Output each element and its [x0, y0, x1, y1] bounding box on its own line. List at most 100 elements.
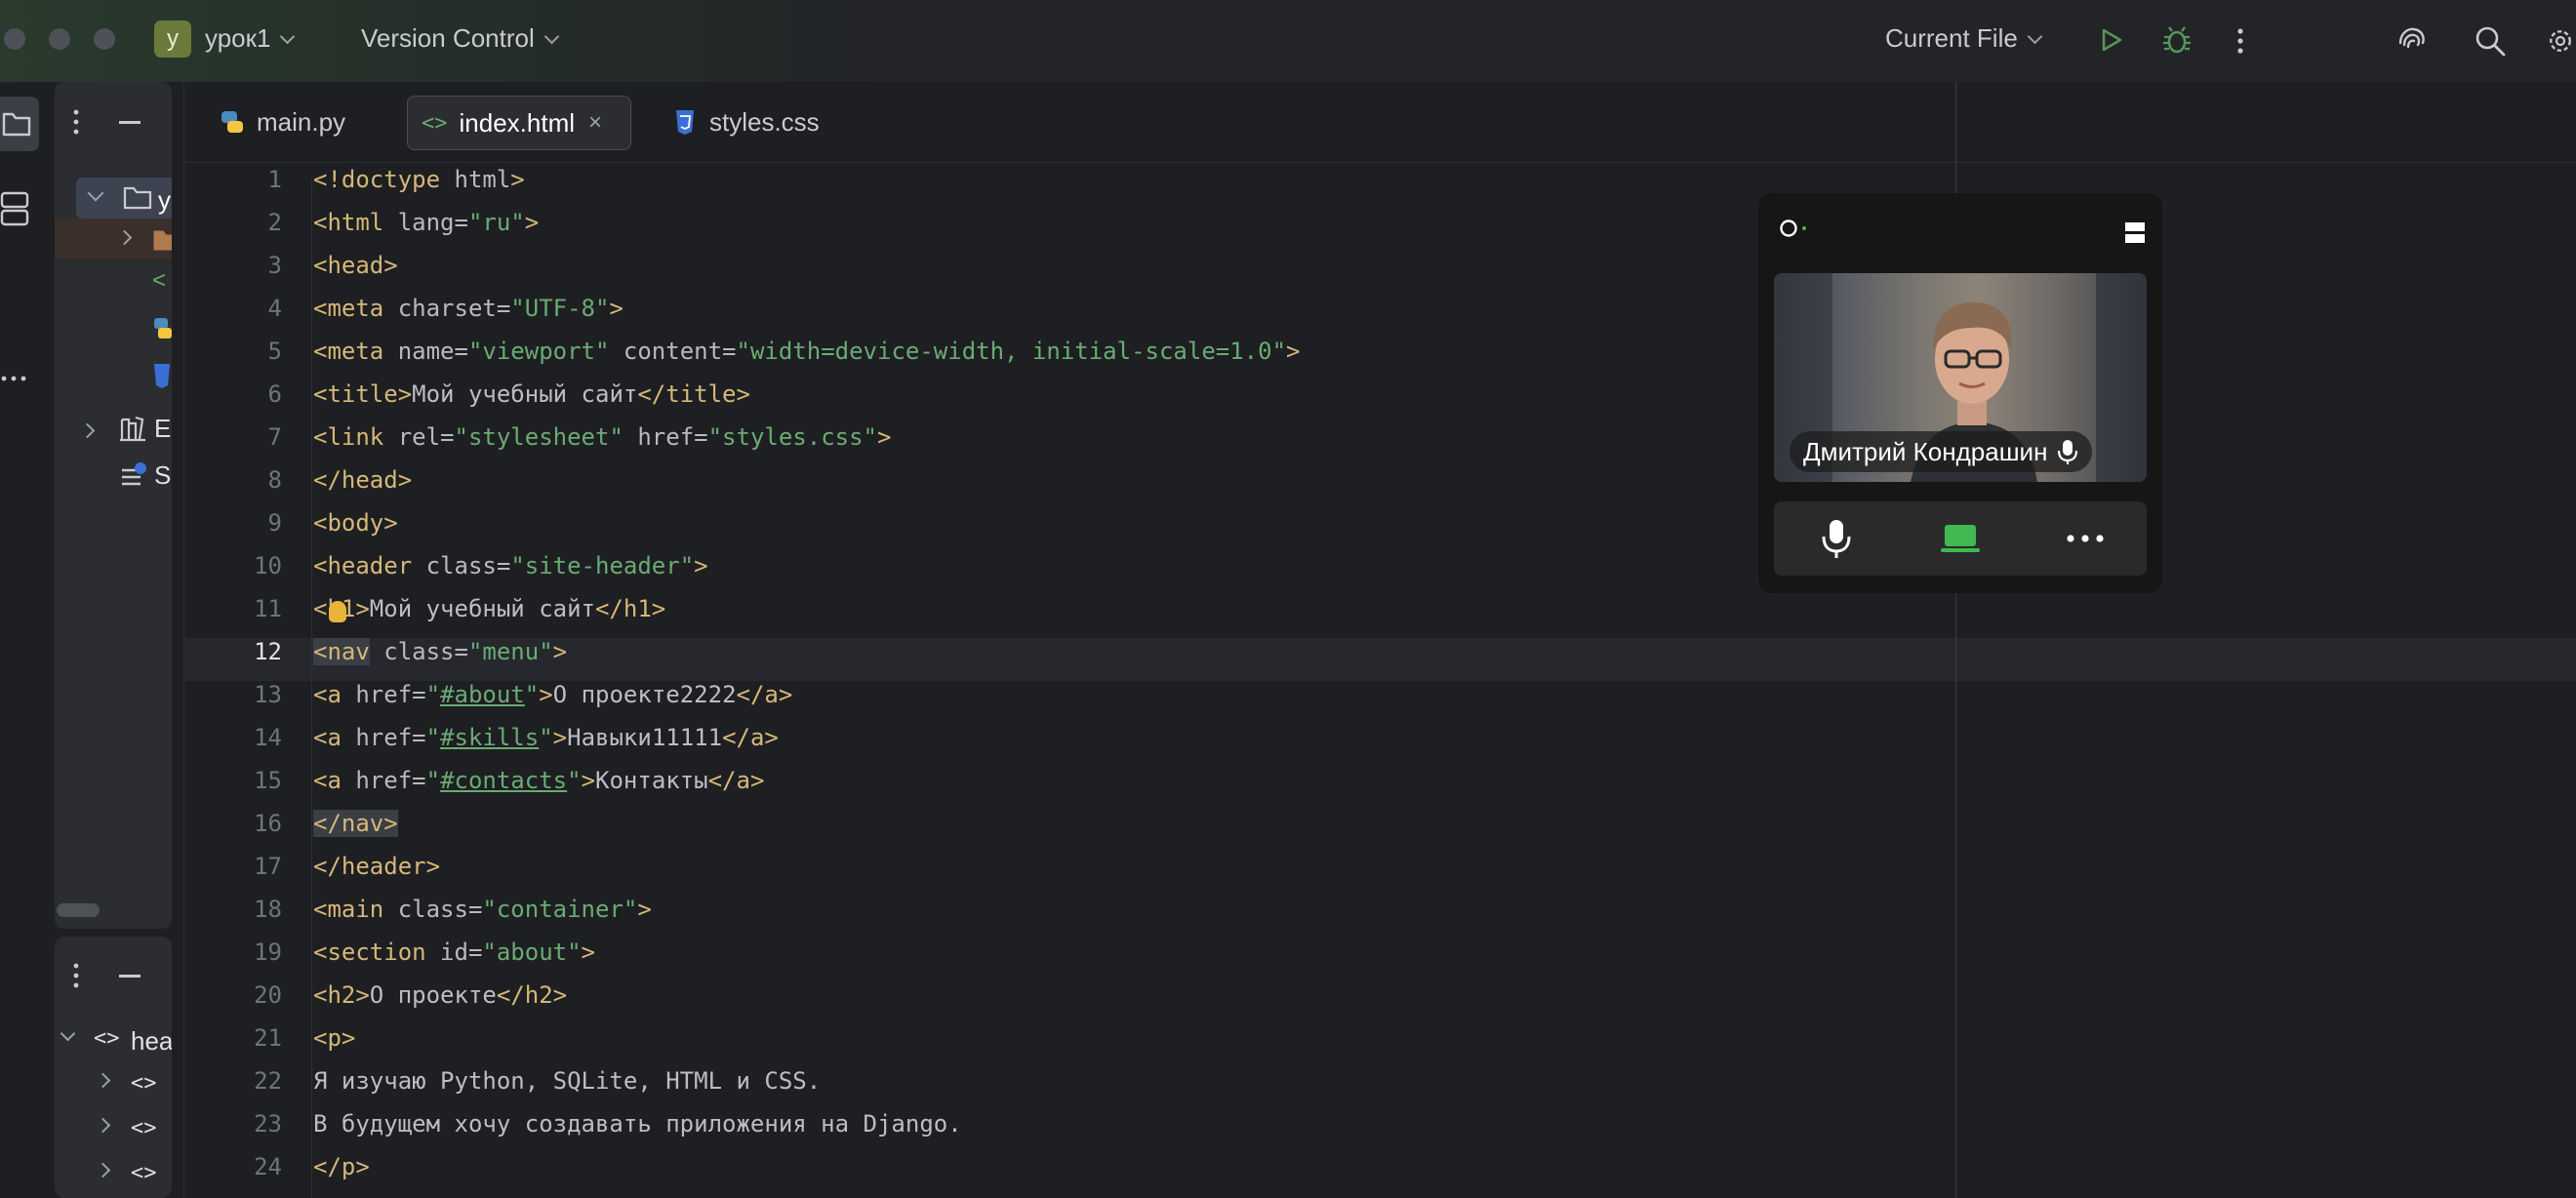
tree-row-html-file[interactable]: <	[152, 267, 166, 295]
tree-item-external-libraries[interactable]: E	[154, 414, 171, 444]
code-text: <meta name="viewport" content="width=dev…	[313, 338, 1301, 365]
code-text: <a href="#skills">Навыки11111</a>	[313, 724, 779, 751]
chevron-right-icon[interactable]	[95, 1162, 111, 1178]
project-tool-button[interactable]	[0, 97, 39, 151]
code-line: 11 <h1>Мой учебный сайт</h1>	[184, 595, 2576, 638]
tab-styles-css[interactable]: styles.css	[664, 96, 829, 148]
line-number: 9	[267, 509, 282, 537]
code-text: <h2>О проекте</h2>	[313, 981, 568, 1009]
search-icon[interactable]	[2473, 23, 2508, 59]
close-tab-icon[interactable]: ×	[588, 109, 602, 137]
window-close-button[interactable]	[4, 28, 25, 50]
line-number: 3	[267, 252, 282, 279]
line-number: 24	[254, 1153, 282, 1180]
code-area[interactable]: 1 <!doctype html> 2 <html lang="ru"> 3 <hea…	[184, 166, 2576, 1198]
layout-toggle-icon[interactable]	[2123, 220, 2147, 246]
record-status-icon	[1780, 220, 1806, 237]
indent-guide	[311, 180, 312, 1198]
run-icon[interactable]	[2096, 25, 2125, 55]
structure-tag-icon: <>	[94, 1026, 120, 1051]
code-line: 16 </nav>	[184, 810, 2576, 853]
run-configuration-selector[interactable]: Current File	[1885, 23, 2043, 54]
code-line: 10 <header class="site-header">	[184, 552, 2576, 595]
code-text: <main class="container">	[313, 896, 652, 923]
intention-bulb-icon[interactable]	[329, 601, 346, 622]
code-line: 4 <meta charset="UTF-8">	[184, 295, 2576, 338]
code-line: 22 Я изучаю Python, SQLite, HTML и CSS.	[184, 1067, 2576, 1110]
editor-tab-bar: main.py <> index.html × styles.css	[184, 82, 2576, 163]
chevron-down-icon	[87, 184, 104, 202]
tab-label: main.py	[257, 106, 346, 137]
code-text: <header class="site-header">	[313, 552, 708, 579]
code-text: </head>	[313, 466, 413, 494]
project-badge[interactable]: у	[154, 20, 191, 58]
line-number: 23	[254, 1110, 282, 1138]
more-vertical-icon[interactable]	[70, 961, 82, 990]
line-number: 21	[254, 1024, 282, 1052]
code-line: 8 </head>	[184, 466, 2576, 509]
hide-panel-button[interactable]	[119, 121, 141, 124]
code-text: <head>	[313, 252, 398, 279]
python-icon	[221, 111, 243, 133]
structure-tool-icon[interactable]	[0, 189, 29, 228]
call-controls	[1774, 501, 2147, 576]
chevron-right-icon[interactable]	[95, 1117, 111, 1134]
chevron-down-icon	[2027, 28, 2043, 45]
folder-icon	[153, 230, 172, 251]
horizontal-scrollbar[interactable]	[57, 903, 100, 917]
microphone-toggle-icon[interactable]	[1819, 517, 1854, 560]
debug-icon[interactable]	[2160, 23, 2194, 57]
window-minimize-button[interactable]	[49, 28, 70, 50]
folder-icon	[2, 112, 31, 137]
more-horizontal-icon[interactable]	[2065, 531, 2106, 546]
tool-window-strip	[0, 82, 49, 1198]
code-text: <p>	[313, 1024, 356, 1052]
chevron-right-icon[interactable]	[95, 1072, 111, 1089]
scratches-icon	[122, 462, 146, 486]
code-text: <h1>Мой учебный сайт</h1>	[313, 595, 666, 622]
chevron-right-icon[interactable]	[79, 422, 96, 439]
code-line: 20 <h2>О проекте</h2>	[184, 981, 2576, 1024]
editor-area: main.py <> index.html × styles.css 1 <!do…	[183, 82, 2576, 1198]
settings-gear-icon[interactable]	[2545, 23, 2576, 59]
line-number: 11	[254, 595, 282, 622]
more-vertical-icon[interactable]	[2231, 25, 2250, 57]
title-bar: у урок1 Version Control Current File	[0, 0, 2576, 82]
css-file-icon[interactable]	[152, 361, 172, 390]
code-line: 23 В будущем хочу создавать приложения на…	[184, 1110, 2576, 1153]
more-tools-icon[interactable]	[0, 365, 29, 392]
code-line: 13 <a href="#about">О проекте2222</a>	[184, 681, 2576, 724]
tree-row-root[interactable]: у	[76, 178, 172, 219]
tab-main-py[interactable]: main.py	[210, 96, 355, 148]
participant-name-pill: Дмитрий Кондрашин	[1790, 431, 2093, 472]
python-file-icon[interactable]	[152, 314, 172, 343]
code-text: <meta charset="UTF-8">	[313, 295, 624, 322]
ai-assistant-icon[interactable]	[2395, 23, 2430, 59]
line-number: 17	[254, 853, 282, 880]
tree-row-folder[interactable]	[55, 219, 172, 260]
project-switcher[interactable]: урок1	[205, 23, 296, 54]
chevron-right-icon	[116, 229, 133, 246]
microphone-icon	[2058, 440, 2078, 464]
video-call-window[interactable]: Дмитрий Кондрашин	[1758, 193, 2162, 593]
line-number: 22	[254, 1067, 282, 1095]
chevron-down-icon[interactable]	[60, 1025, 76, 1042]
line-number: 18	[254, 896, 282, 923]
code-text: </p>	[313, 1153, 370, 1180]
code-text: <html lang="ru">	[313, 209, 540, 236]
version-control-menu[interactable]: Version Control	[361, 23, 560, 54]
css-icon	[676, 110, 694, 135]
line-number: 13	[254, 681, 282, 708]
code-line: 6 <title>Мой учебный сайт</title>	[184, 380, 2576, 423]
screen-share-icon[interactable]	[1940, 521, 1981, 556]
tab-index-html[interactable]: <> index.html ×	[407, 96, 631, 150]
vcs-label: Version Control	[361, 23, 535, 53]
module-folder-icon	[123, 186, 152, 210]
hide-panel-button[interactable]	[119, 975, 141, 978]
external-libraries-icon	[120, 416, 145, 442]
chevron-down-icon	[280, 28, 296, 45]
window-zoom-button[interactable]	[94, 28, 115, 50]
tree-item-scratches[interactable]: S	[154, 460, 171, 491]
more-vertical-icon[interactable]	[70, 107, 82, 137]
structure-root-label[interactable]: hea	[131, 1026, 172, 1057]
